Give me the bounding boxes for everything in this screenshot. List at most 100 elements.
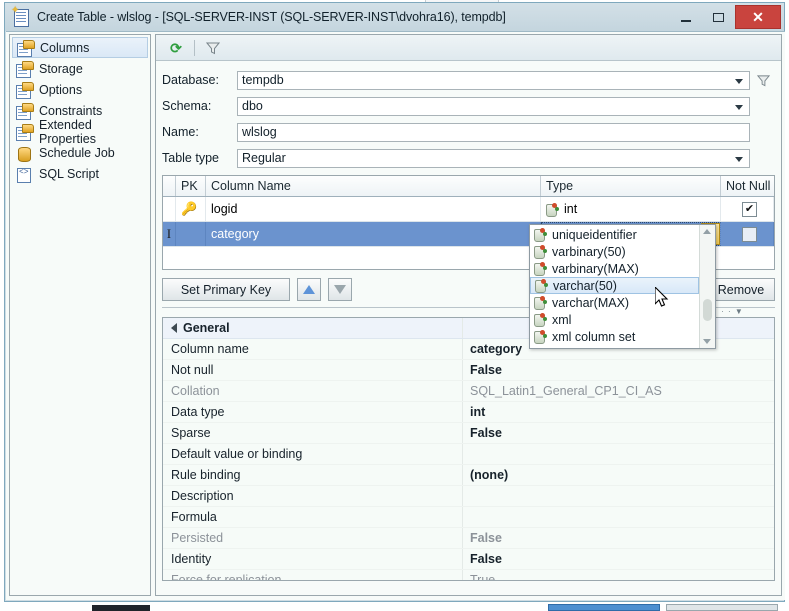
- sidebar-item-sql-script[interactable]: SQL Script: [10, 163, 150, 184]
- dropdown-option-varbinary-50[interactable]: varbinary(50): [530, 243, 699, 260]
- grid-header-pk[interactable]: PK: [176, 176, 206, 196]
- database-value: tempdb: [242, 73, 284, 87]
- sidebar-item-extended-properties[interactable]: Extended Properties: [10, 121, 150, 142]
- arrow-down-icon: [334, 285, 346, 294]
- dropdown-option-xml-column-set[interactable]: xml column set: [530, 328, 699, 345]
- column-name-cell[interactable]: logid: [206, 197, 541, 221]
- pk-cell[interactable]: [176, 222, 206, 246]
- property-value[interactable]: category: [463, 342, 522, 356]
- mouse-cursor: [655, 287, 671, 311]
- clipped-primary-button[interactable]: [548, 604, 660, 611]
- move-down-button[interactable]: [328, 278, 352, 301]
- schema-combobox[interactable]: dbo: [237, 97, 750, 116]
- chevron-down-icon: [735, 105, 743, 110]
- clipped-secondary-button[interactable]: [666, 604, 778, 611]
- property-name: Collation: [163, 381, 463, 401]
- property-row-formula[interactable]: Formula: [163, 507, 774, 528]
- property-value[interactable]: False: [463, 531, 502, 545]
- database-combobox[interactable]: tempdb: [237, 71, 750, 90]
- sidebar-item-columns[interactable]: Columns: [12, 37, 148, 58]
- property-row-default-value-or-binding[interactable]: Default value or binding: [163, 444, 774, 465]
- scrollbar-thumb[interactable]: [703, 299, 712, 321]
- dropdown-option-xml[interactable]: xml: [530, 311, 699, 328]
- grid-header-not-null[interactable]: Not Null: [721, 176, 774, 196]
- minimize-button[interactable]: [671, 7, 701, 27]
- dropdown-option-varchar-50[interactable]: varchar(50): [530, 277, 699, 294]
- arrow-up-icon: [303, 285, 315, 294]
- property-row-collation[interactable]: Collation SQL_Latin1_General_CP1_CI_AS: [163, 381, 774, 402]
- property-row-sparse[interactable]: Sparse False: [163, 423, 774, 444]
- filter-button[interactable]: [201, 37, 225, 58]
- property-row-force-for-replication[interactable]: Force for replication True: [163, 570, 774, 581]
- property-row-data-type[interactable]: Data type int: [163, 402, 774, 423]
- scroll-up-icon[interactable]: [703, 229, 711, 234]
- table-type-label: Table type: [162, 151, 237, 165]
- property-name: Default value or binding: [163, 444, 463, 464]
- grid-header-type[interactable]: Type: [541, 176, 721, 196]
- not-null-cell[interactable]: [721, 222, 774, 246]
- not-null-checkbox[interactable]: ✔: [742, 202, 757, 217]
- type-cell[interactable]: int: [541, 197, 721, 221]
- dropdown-option-uniqueidentifier[interactable]: uniqueidentifier: [530, 226, 699, 243]
- refresh-button[interactable]: ⟳: [164, 37, 188, 58]
- sidebar-item-label: Options: [39, 83, 82, 97]
- datatype-icon: [546, 203, 560, 216]
- maximize-button[interactable]: [703, 7, 733, 27]
- refresh-icon: ⟳: [170, 41, 182, 55]
- option-label: varchar(MAX): [552, 296, 629, 310]
- row-selector[interactable]: [163, 197, 176, 221]
- move-up-button[interactable]: [297, 278, 321, 301]
- not-null-checkbox[interactable]: [742, 227, 757, 242]
- group-title: General: [183, 321, 230, 335]
- close-button[interactable]: ✕: [735, 5, 781, 29]
- not-null-cell[interactable]: ✔: [721, 197, 774, 221]
- expander-icon[interactable]: [171, 323, 177, 333]
- property-value[interactable]: False: [463, 363, 502, 377]
- pk-cell[interactable]: 🔑: [176, 197, 206, 221]
- datatype-icon: [534, 313, 548, 326]
- sidebar-item-storage[interactable]: Storage: [10, 58, 150, 79]
- sidebar-item-label: Constraints: [39, 104, 102, 118]
- property-group-label: General: [163, 318, 463, 338]
- set-primary-key-button[interactable]: Set Primary Key: [162, 278, 290, 301]
- filter-icon: [757, 74, 770, 87]
- property-value[interactable]: False: [463, 552, 502, 566]
- grid-header-row: PK Column Name Type Not Null: [163, 176, 774, 197]
- table-type-value: Regular: [242, 151, 286, 165]
- dropdown-option-varbinary-max[interactable]: varbinary(MAX): [530, 260, 699, 277]
- scroll-down-icon[interactable]: [703, 339, 711, 344]
- property-row-not-null[interactable]: Not null False: [163, 360, 774, 381]
- dropdown-scrollbar[interactable]: [699, 225, 715, 348]
- column-name-cell[interactable]: category: [206, 222, 541, 246]
- property-row-persisted[interactable]: Persisted False: [163, 528, 774, 549]
- table-row[interactable]: 🔑 logid int ✔: [163, 197, 774, 222]
- remove-button[interactable]: Remove: [707, 278, 775, 301]
- dropdown-option-varchar-max[interactable]: varchar(MAX): [530, 294, 699, 311]
- property-value[interactable]: True: [463, 573, 495, 581]
- schema-value: dbo: [242, 99, 263, 113]
- table-type-combobox[interactable]: Regular: [237, 149, 750, 168]
- datatype-icon: [534, 296, 548, 309]
- sidebar: Columns Storage Options Constraints Exte…: [9, 34, 151, 596]
- properties-grid[interactable]: General Column name category Not null Fa…: [162, 317, 775, 581]
- chevron-down-icon: [735, 79, 743, 84]
- property-value[interactable]: (none): [463, 468, 508, 482]
- row-selector[interactable]: I: [163, 222, 176, 246]
- property-value[interactable]: int: [463, 405, 485, 419]
- table-icon: [15, 124, 33, 140]
- property-row-identity[interactable]: Identity False: [163, 549, 774, 570]
- name-input[interactable]: wlslog: [237, 123, 750, 142]
- sidebar-item-options[interactable]: Options: [10, 79, 150, 100]
- database-filter-button[interactable]: [753, 71, 773, 90]
- option-label: uniqueidentifier: [552, 228, 637, 242]
- title-bar: ✦ Create Table - wlslog - [SQL-SERVER-IN…: [5, 3, 784, 31]
- type-dropdown-list[interactable]: uniqueidentifier varbinary(50) varbinary…: [529, 224, 716, 349]
- sidebar-item-label: Extended Properties: [39, 118, 150, 146]
- property-row-rule-binding[interactable]: Rule binding (none): [163, 465, 774, 486]
- toolbar: ⟳: [156, 35, 781, 61]
- create-table-icon: ✦: [12, 8, 30, 26]
- property-row-description[interactable]: Description: [163, 486, 774, 507]
- property-value[interactable]: False: [463, 426, 502, 440]
- property-value[interactable]: SQL_Latin1_General_CP1_CI_AS: [463, 384, 662, 398]
- grid-header-column-name[interactable]: Column Name: [206, 176, 541, 196]
